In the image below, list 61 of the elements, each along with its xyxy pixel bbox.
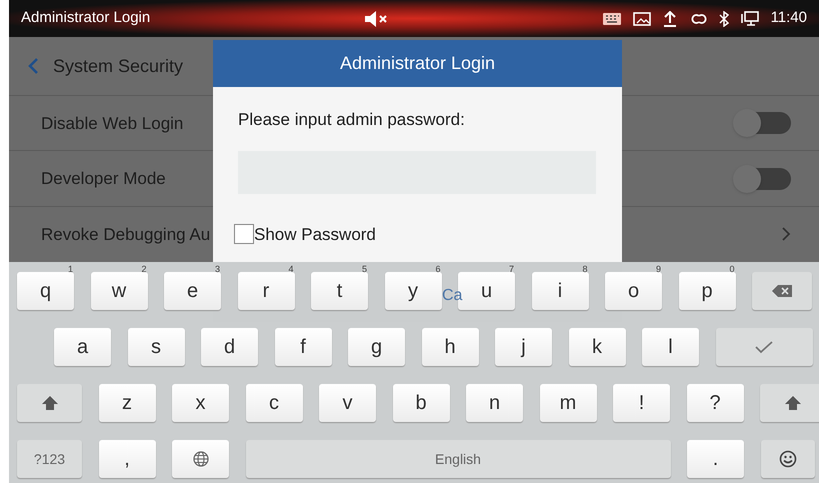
up-arrow-icon xyxy=(784,395,802,411)
backspace-key[interactable] xyxy=(752,272,812,310)
space-key[interactable]: English xyxy=(246,440,670,478)
show-password-label: Show Password xyxy=(254,224,376,246)
globe-icon xyxy=(192,451,208,467)
link-icon xyxy=(688,12,707,26)
key[interactable]: h xyxy=(422,328,478,366)
setting-label: Developer Mode xyxy=(41,168,166,190)
chevron-right-icon xyxy=(781,226,791,242)
key[interactable]: d xyxy=(201,328,258,366)
key[interactable]: o xyxy=(605,272,662,310)
keyboard-icon xyxy=(602,12,621,24)
key[interactable]: t xyxy=(311,272,368,310)
monitor-icon xyxy=(740,10,759,26)
key[interactable]: x xyxy=(172,384,229,422)
key[interactable]: , xyxy=(98,440,156,478)
shift-key[interactable] xyxy=(17,384,82,422)
setting-label: Revoke Debugging Au xyxy=(41,224,210,246)
key[interactable]: z xyxy=(98,384,156,422)
emoji-key[interactable] xyxy=(760,440,814,478)
dialog-prompt: Please input admin password: xyxy=(238,109,466,131)
key[interactable]: ? xyxy=(686,384,744,422)
key[interactable]: i xyxy=(532,272,588,310)
status-title: Administrator Login xyxy=(21,8,150,28)
toggle-switch[interactable] xyxy=(733,110,791,136)
image-icon xyxy=(632,10,651,26)
checkmark-icon xyxy=(754,340,774,354)
key[interactable]: a xyxy=(54,328,111,366)
bluetooth-icon xyxy=(718,10,729,26)
up-arrow-icon xyxy=(40,395,58,411)
language-key[interactable] xyxy=(172,440,229,478)
toggle-switch[interactable] xyxy=(733,166,791,192)
key[interactable]: e xyxy=(164,272,221,310)
smiley-icon xyxy=(778,450,796,468)
key[interactable]: c xyxy=(246,384,302,422)
backspace-icon xyxy=(771,284,793,298)
key[interactable]: f xyxy=(274,328,332,366)
key[interactable]: g xyxy=(348,328,405,366)
key[interactable]: y xyxy=(384,272,442,310)
key[interactable]: v xyxy=(319,384,376,422)
key[interactable]: n xyxy=(466,384,523,422)
dialog-title: Administrator Login xyxy=(213,40,622,87)
key[interactable]: . xyxy=(687,440,744,478)
key[interactable]: p xyxy=(678,272,736,310)
key[interactable]: j xyxy=(495,328,552,366)
key[interactable]: w xyxy=(90,272,148,310)
key[interactable]: b xyxy=(392,384,450,422)
show-password-checkbox[interactable] xyxy=(234,224,254,244)
page-title: System Security xyxy=(53,54,184,78)
status-time: 11:40 xyxy=(770,8,807,28)
upload-icon xyxy=(662,10,677,26)
setting-label: Disable Web Login xyxy=(41,112,184,135)
key[interactable]: r xyxy=(238,272,294,310)
key[interactable]: s xyxy=(128,328,184,366)
key[interactable]: ! xyxy=(613,384,670,422)
key[interactable]: m xyxy=(540,384,596,422)
key[interactable]: q xyxy=(17,272,74,310)
symbols-key[interactable]: ?123 xyxy=(17,440,82,478)
key[interactable]: l xyxy=(642,328,699,366)
key[interactable]: k xyxy=(568,328,626,366)
shift-key[interactable] xyxy=(760,384,819,422)
